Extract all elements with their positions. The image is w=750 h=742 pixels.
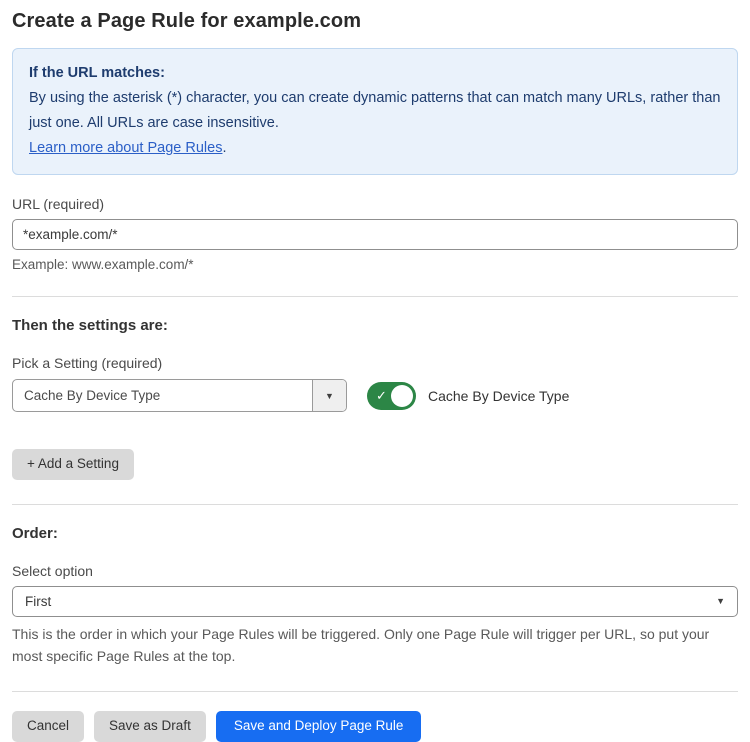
order-select-label: Select option — [12, 563, 738, 579]
info-box-heading: If the URL matches: — [29, 61, 721, 86]
info-box-body: By using the asterisk (*) character, you… — [29, 86, 721, 136]
setting-dropdown[interactable]: Cache By Device Type ▼ — [12, 379, 347, 412]
save-deploy-button[interactable]: Save and Deploy Page Rule — [216, 711, 422, 742]
footer-actions: Cancel Save as Draft Save and Deploy Pag… — [12, 711, 738, 742]
order-select[interactable]: First ▼ — [12, 586, 738, 617]
order-select-value: First — [25, 594, 716, 609]
divider — [12, 296, 738, 297]
toggle-label: Cache By Device Type — [428, 388, 569, 404]
cancel-button[interactable]: Cancel — [12, 711, 84, 742]
add-setting-button[interactable]: + Add a Setting — [12, 449, 134, 480]
page-title: Create a Page Rule for example.com — [12, 10, 738, 33]
order-section-heading: Order: — [12, 525, 738, 542]
save-draft-button[interactable]: Save as Draft — [94, 711, 206, 742]
pick-setting-label: Pick a Setting (required) — [12, 355, 738, 371]
url-match-info-box: If the URL matches: By using the asteris… — [12, 48, 738, 175]
select-caret-icon: ▼ — [716, 596, 725, 606]
divider — [12, 691, 738, 692]
setting-row: Cache By Device Type ▼ ✓ Cache By Device… — [12, 379, 738, 412]
learn-more-link[interactable]: Learn more about Page Rules — [29, 140, 222, 156]
setting-toggle[interactable]: ✓ — [367, 382, 416, 410]
setting-dropdown-value: Cache By Device Type — [13, 380, 312, 411]
settings-section-heading: Then the settings are: — [12, 317, 738, 334]
toggle-check-icon: ✓ — [376, 389, 387, 402]
divider — [12, 504, 738, 505]
url-example-helper: Example: www.example.com/* — [12, 257, 738, 272]
order-helper-text: This is the order in which your Page Rul… — [12, 623, 730, 667]
url-input[interactable] — [12, 219, 738, 250]
dropdown-caret-icon[interactable]: ▼ — [312, 380, 346, 411]
toggle-knob — [391, 385, 413, 407]
url-field-label: URL (required) — [12, 196, 738, 212]
link-suffix: . — [222, 140, 226, 156]
info-box-link-line: Learn more about Page Rules. — [29, 136, 721, 161]
